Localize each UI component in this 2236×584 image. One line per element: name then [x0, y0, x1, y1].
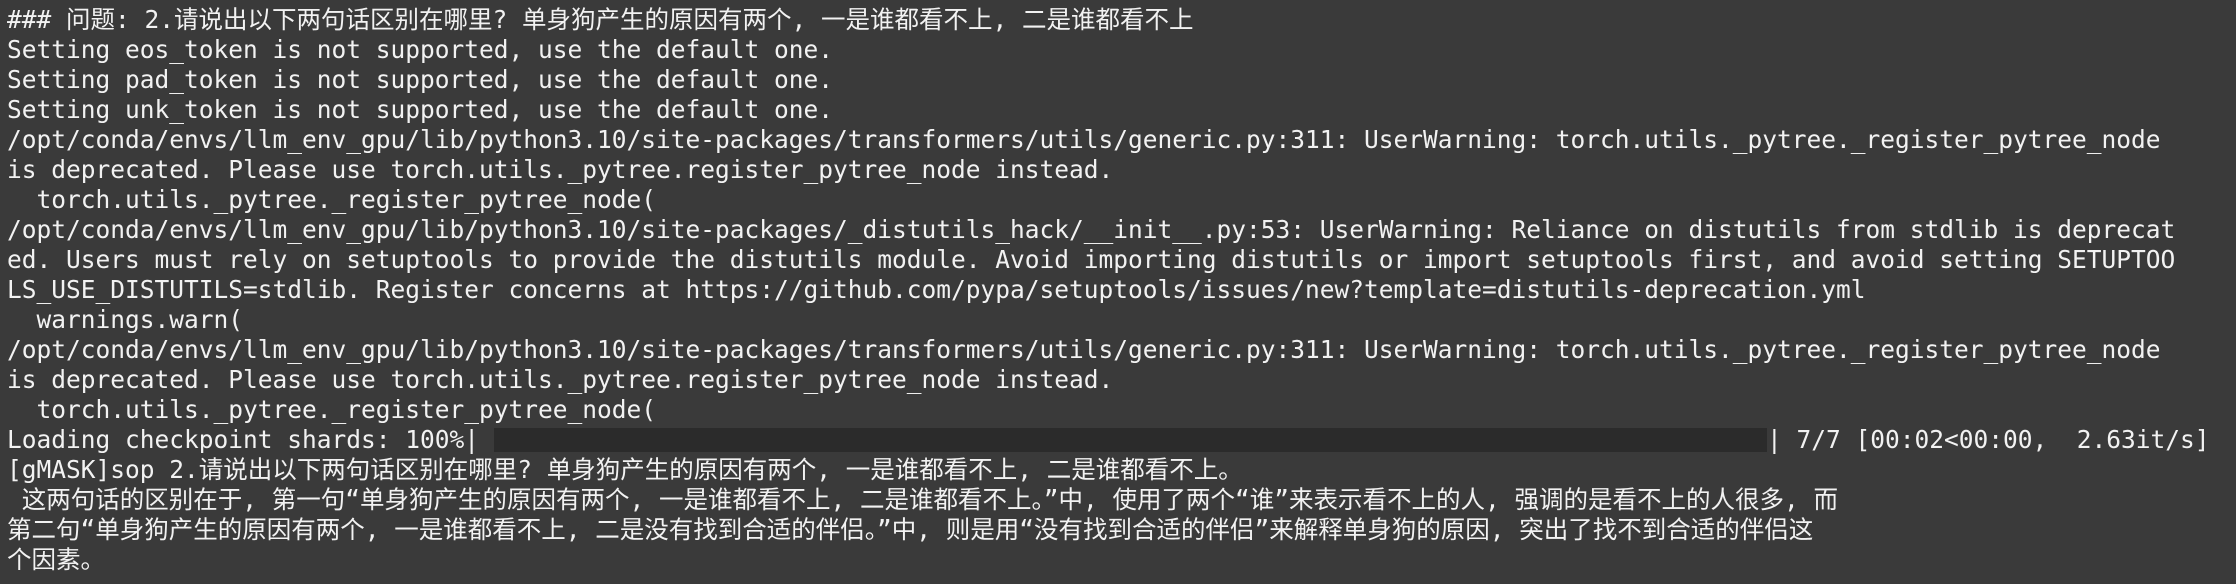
progress-suffix: | 7/7 [00:02<00:00, 2.63it/s]: [1767, 425, 2210, 454]
terminal-line: Setting eos_token is not supported, use …: [7, 35, 834, 64]
terminal-line: /opt/conda/envs/llm_env_gpu/lib/python3.…: [7, 215, 2176, 244]
terminal-line: /opt/conda/envs/llm_env_gpu/lib/python3.…: [7, 335, 2161, 364]
terminal-line: torch.utils._pytree._register_pytree_nod…: [7, 395, 657, 424]
progress-bar: [494, 428, 1767, 452]
terminal-line: warnings.warn(: [7, 305, 244, 334]
terminal-line: ### 问题: 2.请说出以下两句话区别在哪里? 单身狗产生的原因有两个, 一是…: [7, 5, 1194, 34]
terminal-output[interactable]: ### 问题: 2.请说出以下两句话区别在哪里? 单身狗产生的原因有两个, 一是…: [0, 0, 2236, 584]
output-line: 个因素。: [7, 545, 105, 574]
terminal-line: /opt/conda/envs/llm_env_gpu/lib/python3.…: [7, 125, 2161, 154]
progress-line: Loading checkpoint shards: 100%| | 7/7 […: [7, 425, 2236, 455]
terminal-line: is deprecated. Please use torch.utils._p…: [7, 365, 1114, 394]
terminal-line: Setting unk_token is not supported, use …: [7, 95, 834, 124]
terminal-line: is deprecated. Please use torch.utils._p…: [7, 155, 1114, 184]
terminal-line: ed. Users must rely on setuptools to pro…: [7, 245, 2176, 274]
terminal-line: Setting pad_token is not supported, use …: [7, 65, 834, 94]
terminal-line: LS_USE_DISTUTILS=stdlib. Register concer…: [7, 275, 1866, 304]
output-line: 这两句话的区别在于, 第一句“单身狗产生的原因有两个, 一是谁都看不上, 二是谁…: [7, 485, 1838, 514]
terminal-line: torch.utils._pytree._register_pytree_nod…: [7, 185, 657, 214]
output-line: 第二句“单身狗产生的原因有两个, 一是谁都看不上, 二是没有找到合适的伴侣。”中…: [7, 515, 1814, 544]
progress-prefix: Loading checkpoint shards: 100%|: [7, 425, 480, 454]
output-line: [gMASK]sop 2.请说出以下两句话区别在哪里? 单身狗产生的原因有两个,…: [7, 455, 1243, 484]
